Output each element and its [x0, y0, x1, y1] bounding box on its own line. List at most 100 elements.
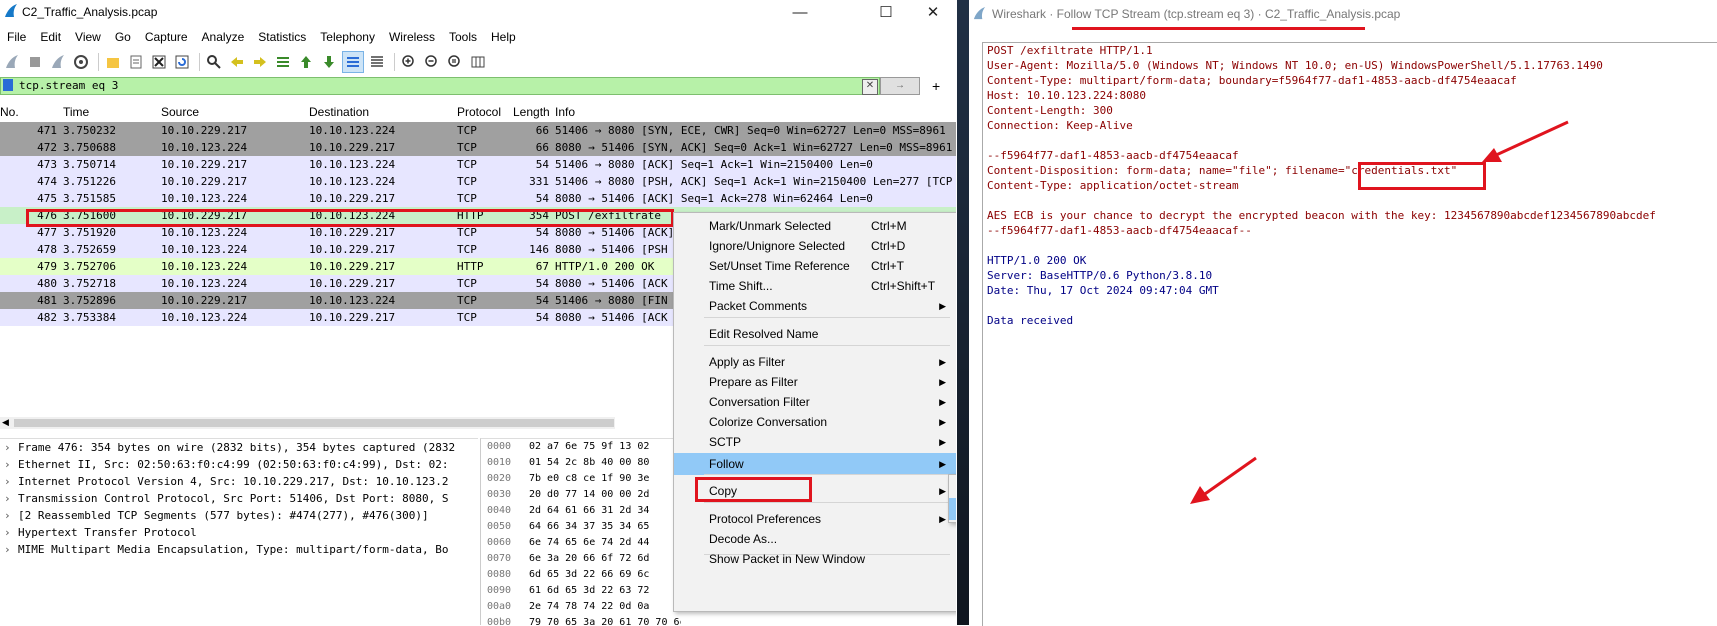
- colorize-icon[interactable]: [367, 52, 387, 72]
- context-menu-item-decode-as[interactable]: Decode As...: [674, 528, 956, 550]
- context-menu-item-set-unset-time-reference[interactable]: Set/Unset Time Reference Ctrl+T: [674, 255, 956, 277]
- title-bar: C2_Traffic_Analysis.pcap — ☐ ✕: [0, 0, 956, 24]
- filter-bookmark-icon[interactable]: [3, 79, 13, 91]
- hex-row[interactable]: 0050 64 66 34 37 35 34 65: [481, 519, 681, 535]
- detail-tree-item[interactable]: › Hypertext Transfer Protocol: [0, 524, 478, 541]
- save-file-icon[interactable]: [126, 52, 146, 72]
- packet-time: 3.750714: [63, 158, 116, 171]
- hex-row[interactable]: 0010 01 54 2c 8b 40 00 80: [481, 455, 681, 471]
- menu-wireless[interactable]: Wireless: [382, 30, 442, 44]
- context-menu-item-edit-resolved-name[interactable]: Edit Resolved Name: [674, 323, 956, 345]
- column-time[interactable]: Time: [63, 105, 89, 119]
- go-back-icon[interactable]: [227, 52, 247, 72]
- capture-options-icon[interactable]: [71, 52, 91, 72]
- menu-telephony[interactable]: Telephony: [313, 30, 382, 44]
- context-menu-item-packet-comments[interactable]: Packet Comments ▶: [674, 295, 956, 317]
- hex-offset: 0050: [487, 521, 512, 532]
- context-menu-item-ignore-unignore-selected[interactable]: Ignore/Unignore Selected Ctrl+D: [674, 235, 956, 257]
- hex-row[interactable]: 0090 61 6d 65 3d 22 63 72: [481, 583, 681, 599]
- table-row[interactable]: 475 3.751585 10.10.123.224 10.10.229.217 TCP…: [0, 190, 956, 207]
- context-menu-item-mark-unmark-selected[interactable]: Mark/Unmark Selected Ctrl+M: [674, 215, 956, 237]
- menu-analyze[interactable]: Analyze: [195, 30, 252, 44]
- context-menu-item-sctp[interactable]: SCTP ▶: [674, 431, 956, 453]
- context-menu-item-show-packet-in-new-window[interactable]: Show Packet in New Window: [674, 548, 956, 570]
- open-file-icon[interactable]: [103, 52, 123, 72]
- menu-file[interactable]: File: [0, 30, 33, 44]
- column-source[interactable]: Source: [161, 105, 199, 119]
- filter-apply-button[interactable]: →: [880, 77, 920, 95]
- column-info[interactable]: Info: [555, 105, 575, 119]
- context-menu-item-follow[interactable]: Follow ▶: [674, 453, 956, 475]
- expand-chevron-icon[interactable]: ›: [4, 473, 18, 490]
- table-row[interactable]: 474 3.751226 10.10.229.217 10.10.123.224 TCP…: [0, 173, 956, 190]
- hex-row[interactable]: 0080 6d 65 3d 22 66 69 6c: [481, 567, 681, 583]
- detail-tree-item[interactable]: › Frame 476: 354 bytes on wire (2832 bits…: [0, 439, 478, 456]
- hex-row[interactable]: 0000 02 a7 6e 75 9f 13 02: [481, 439, 681, 455]
- hex-row[interactable]: 0020 7b e0 c8 ce 1f 90 3e: [481, 471, 681, 487]
- menu-capture[interactable]: Capture: [138, 30, 195, 44]
- go-last-icon[interactable]: [319, 52, 339, 72]
- filter-add-button[interactable]: +: [932, 77, 940, 95]
- detail-tree-item[interactable]: › Internet Protocol Version 4, Src: 10.10…: [0, 473, 478, 490]
- resize-columns-icon[interactable]: [468, 52, 488, 72]
- context-menu-item-time-shift[interactable]: Time Shift... Ctrl+Shift+T: [674, 275, 956, 297]
- hex-row[interactable]: 00b0 79 70 65 3a 20 61 70 70 6c 69 63 61 …: [481, 615, 681, 625]
- start-capture-icon[interactable]: [2, 52, 22, 72]
- menu-help[interactable]: Help: [484, 30, 523, 44]
- detail-tree-item[interactable]: › [2 Reassembled TCP Segments (577 bytes)…: [0, 507, 478, 524]
- zoom-normal-icon[interactable]: [445, 52, 465, 72]
- context-menu-item-colorize-conversation[interactable]: Colorize Conversation ▶: [674, 411, 956, 433]
- hex-row[interactable]: 0060 6e 74 65 6e 74 2d 44: [481, 535, 681, 551]
- detail-tree-item[interactable]: › Transmission Control Protocol, Src Port…: [0, 490, 478, 507]
- context-menu-item-apply-as-filter[interactable]: Apply as Filter ▶: [674, 351, 956, 373]
- detail-tree-item[interactable]: › Ethernet II, Src: 02:50:63:f0:c4:99 (02…: [0, 456, 478, 473]
- column-no[interactable]: No.: [0, 105, 19, 119]
- context-menu-item-prepare-as-filter[interactable]: Prepare as Filter ▶: [674, 371, 956, 393]
- zoom-out-icon[interactable]: [422, 52, 442, 72]
- display-filter-input[interactable]: tcp.stream eq 3: [0, 77, 880, 95]
- reload-file-icon[interactable]: [172, 52, 192, 72]
- menu-statistics[interactable]: Statistics: [251, 30, 313, 44]
- expand-chevron-icon[interactable]: ›: [4, 541, 18, 558]
- menu-view[interactable]: View: [68, 30, 108, 44]
- go-forward-icon[interactable]: [250, 52, 270, 72]
- column-protocol[interactable]: Protocol: [457, 105, 501, 119]
- context-menu-item-protocol-preferences[interactable]: Protocol Preferences ▶: [674, 508, 956, 530]
- hex-row[interactable]: 0070 6e 3a 20 66 6f 72 6d: [481, 551, 681, 567]
- minimize-button[interactable]: —: [777, 0, 823, 24]
- go-first-icon[interactable]: [296, 52, 316, 72]
- zoom-in-icon[interactable]: [399, 52, 419, 72]
- hex-row[interactable]: 00a0 2e 74 78 74 22 0d 0a: [481, 599, 681, 615]
- go-to-packet-icon[interactable]: [273, 52, 293, 72]
- table-row[interactable]: 472 3.750688 10.10.123.224 10.10.229.217 TCP…: [0, 139, 956, 156]
- stream-content[interactable]: POST /exfiltrate HTTP/1.1 User-Agent: Moz…: [982, 42, 1717, 626]
- hex-row[interactable]: 0040 2d 64 61 66 31 2d 34: [481, 503, 681, 519]
- table-row[interactable]: 473 3.750714 10.10.229.217 10.10.123.224 TCP…: [0, 156, 956, 173]
- close-button[interactable]: ✕: [910, 0, 956, 24]
- restart-capture-icon[interactable]: [48, 52, 68, 72]
- stop-capture-icon[interactable]: [25, 52, 45, 72]
- hex-row[interactable]: 0030 20 d0 77 14 00 00 2d: [481, 487, 681, 503]
- expand-chevron-icon[interactable]: ›: [4, 524, 18, 541]
- menu-go[interactable]: Go: [108, 30, 138, 44]
- context-menu-item-copy[interactable]: Copy ▶: [674, 480, 956, 502]
- packet-list-horizontal-scrollbar[interactable]: ◀: [0, 417, 615, 429]
- expand-chevron-icon[interactable]: ›: [4, 456, 18, 473]
- autoscroll-icon[interactable]: [342, 51, 364, 73]
- expand-chevron-icon[interactable]: ›: [4, 439, 18, 456]
- menu-edit[interactable]: Edit: [33, 30, 68, 44]
- context-menu-item-conversation-filter[interactable]: Conversation Filter ▶: [674, 391, 956, 413]
- column-destination[interactable]: Destination: [309, 105, 369, 119]
- detail-tree-item[interactable]: › MIME Multipart Media Encapsulation, Typ…: [0, 541, 478, 558]
- maximize-button[interactable]: ☐: [863, 0, 909, 24]
- filter-clear-button[interactable]: ✕: [862, 79, 878, 95]
- close-file-icon[interactable]: [149, 52, 169, 72]
- scroll-left-icon[interactable]: ◀: [2, 417, 9, 428]
- find-packet-icon[interactable]: [204, 52, 224, 72]
- expand-chevron-icon[interactable]: ›: [4, 507, 18, 524]
- column-length[interactable]: Length: [513, 105, 549, 119]
- expand-chevron-icon[interactable]: ›: [4, 490, 18, 507]
- scrollbar-thumb[interactable]: [14, 419, 614, 427]
- table-row[interactable]: 471 3.750232 10.10.229.217 10.10.123.224 TCP…: [0, 122, 956, 139]
- menu-tools[interactable]: Tools: [442, 30, 484, 44]
